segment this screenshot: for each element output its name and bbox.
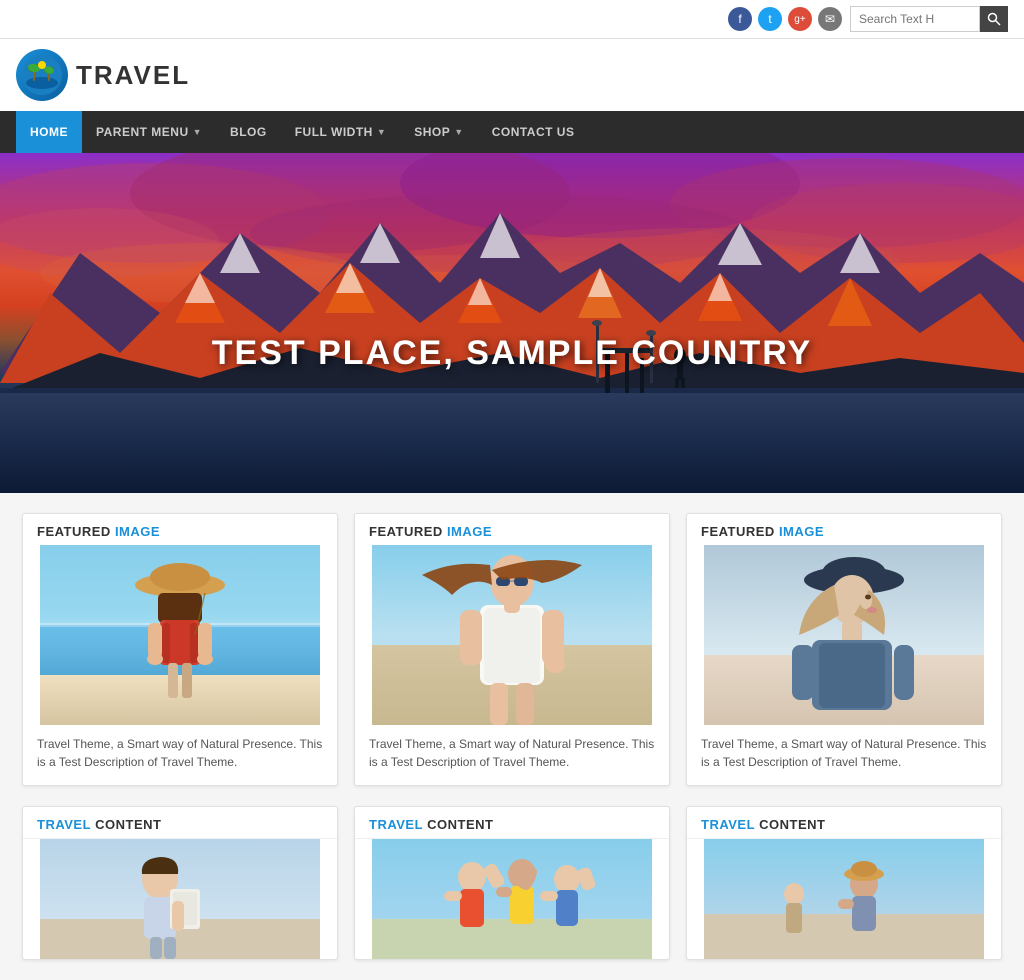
social-icons: f t g+ ✉ bbox=[728, 7, 842, 31]
card-2-header: FEATURED IMAGE bbox=[355, 514, 669, 545]
twitter-icon[interactable]: t bbox=[758, 7, 782, 31]
mountain-silhouette bbox=[0, 193, 1024, 413]
nav-item-contact[interactable]: CONTACT US bbox=[478, 111, 589, 153]
email-icon[interactable]: ✉ bbox=[818, 7, 842, 31]
travel-cards-grid: TRAVEL CONTENT bbox=[22, 806, 1002, 960]
travel-card-3-header: TRAVEL CONTENT bbox=[687, 807, 1001, 839]
search-icon bbox=[987, 12, 1001, 26]
featured-card-2: FEATURED IMAGE bbox=[354, 513, 670, 786]
facebook-icon[interactable]: f bbox=[728, 7, 752, 31]
hero-title: TEST PLACE, SAMPLE COUNTRY bbox=[212, 334, 812, 373]
card-1-description: Travel Theme, a Smart way of Natural Pre… bbox=[23, 725, 337, 785]
lake-reflection bbox=[0, 393, 1024, 493]
travel-card-3: TRAVEL CONTENT bbox=[686, 806, 1002, 960]
travel-card-3-image bbox=[687, 839, 1001, 959]
logo[interactable]: TRAVEL bbox=[16, 49, 190, 101]
card-3-image-wrapper bbox=[687, 545, 1001, 725]
travel-card-1: TRAVEL CONTENT bbox=[22, 806, 338, 960]
search-button[interactable] bbox=[980, 6, 1008, 32]
travel-card-1-image bbox=[23, 839, 337, 959]
card-1-image-wrapper bbox=[23, 545, 337, 725]
search-bar bbox=[850, 6, 1008, 32]
card-2-image bbox=[369, 545, 655, 725]
travel-card-2-image bbox=[355, 839, 669, 959]
travel-card-2-header: TRAVEL CONTENT bbox=[355, 807, 669, 839]
hero-section: TEST PLACE, SAMPLE COUNTRY bbox=[0, 153, 1024, 493]
featured-card-3: FEATURED IMAGE bbox=[686, 513, 1002, 786]
search-input[interactable] bbox=[850, 6, 980, 32]
card-3-description: Travel Theme, a Smart way of Natural Pre… bbox=[687, 725, 1001, 785]
featured-cards-grid: FEATURED IMAGE bbox=[22, 513, 1002, 786]
nav-item-parent-menu[interactable]: PARENT MENU ▼ bbox=[82, 111, 216, 153]
dropdown-arrow-icon-2: ▼ bbox=[377, 127, 386, 137]
header: TRAVEL bbox=[0, 39, 1024, 111]
featured-card-1: FEATURED IMAGE bbox=[22, 513, 338, 786]
card-1-image bbox=[37, 545, 323, 725]
travel-content-section: TRAVEL CONTENT bbox=[0, 806, 1024, 980]
dropdown-arrow-icon-3: ▼ bbox=[454, 127, 463, 137]
googleplus-icon[interactable]: g+ bbox=[788, 7, 812, 31]
nav-item-blog[interactable]: BLOG bbox=[216, 111, 281, 153]
card-1-header: FEATURED IMAGE bbox=[23, 514, 337, 545]
nav-item-shop[interactable]: SHOP ▼ bbox=[400, 111, 477, 153]
nav-item-home[interactable]: HOME bbox=[16, 111, 82, 153]
dropdown-arrow-icon: ▼ bbox=[193, 127, 202, 137]
logo-icon bbox=[16, 49, 68, 101]
card-3-image bbox=[701, 545, 987, 725]
featured-cards-section: FEATURED IMAGE bbox=[0, 493, 1024, 806]
card-2-description: Travel Theme, a Smart way of Natural Pre… bbox=[355, 725, 669, 785]
navigation: HOME PARENT MENU ▼ BLOG FULL WIDTH ▼ SHO… bbox=[0, 111, 1024, 153]
card-3-header: FEATURED IMAGE bbox=[687, 514, 1001, 545]
travel-card-2: TRAVEL CONTENT bbox=[354, 806, 670, 960]
nav-item-full-width[interactable]: FULL WIDTH ▼ bbox=[281, 111, 401, 153]
travel-card-1-header: TRAVEL CONTENT bbox=[23, 807, 337, 839]
logo-text: TRAVEL bbox=[76, 60, 190, 91]
top-bar: f t g+ ✉ bbox=[0, 0, 1024, 39]
card-2-image-wrapper bbox=[355, 545, 669, 725]
hero-background bbox=[0, 153, 1024, 493]
